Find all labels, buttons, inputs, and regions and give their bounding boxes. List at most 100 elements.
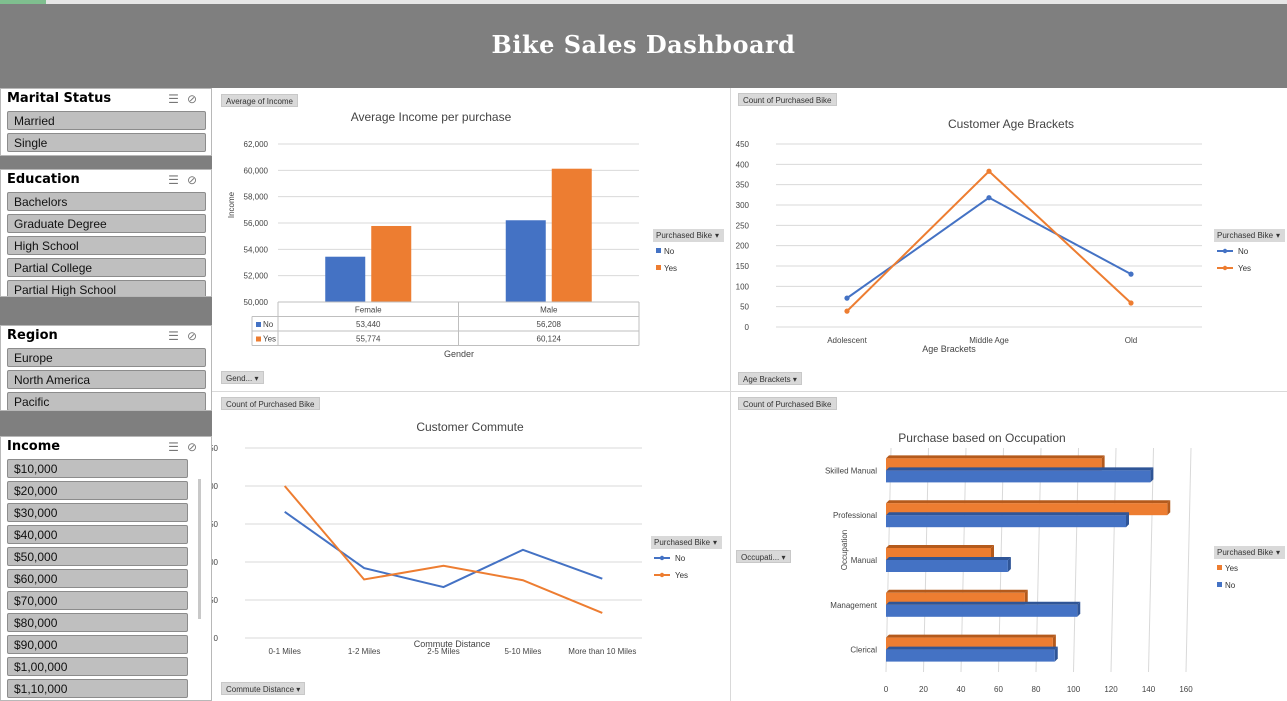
income-axis-field-button[interactable]: Gend... ▾ bbox=[221, 371, 264, 384]
bar-no bbox=[505, 220, 546, 302]
slicer-item[interactable]: Europe bbox=[7, 348, 206, 367]
chevron-down-icon: ▾ bbox=[781, 553, 786, 562]
slicer-item[interactable]: Partial High School bbox=[7, 280, 206, 296]
legend-point-marker bbox=[1222, 265, 1228, 271]
dashboard-title: Bike Sales Dashboard bbox=[491, 30, 796, 59]
y-tick-label: 60,000 bbox=[244, 166, 269, 175]
age-axis-field-button[interactable]: Age Brackets ▾ bbox=[738, 372, 802, 385]
y-tick-label: 56,000 bbox=[244, 219, 269, 228]
y-tick-label: 150 bbox=[212, 520, 219, 529]
multi-select-icon[interactable]: ☰ bbox=[168, 92, 187, 106]
legend-swatch bbox=[656, 265, 661, 270]
legend-entry-label: No bbox=[675, 554, 686, 563]
chart-title: Average Income per purchase bbox=[351, 110, 512, 124]
slicer-item[interactable]: $20,000 bbox=[7, 481, 188, 500]
data-point-yes bbox=[844, 308, 850, 314]
x-tick-label: Old bbox=[1125, 336, 1137, 345]
y-tick-label: Manual bbox=[851, 556, 877, 565]
clear-filter-icon[interactable]: ⊘ bbox=[187, 440, 205, 454]
chart-title: Customer Commute bbox=[416, 420, 524, 434]
y-tick-label: 250 bbox=[212, 444, 219, 453]
bar-3d-top-yes bbox=[886, 500, 1171, 504]
clear-filter-icon[interactable]: ⊘ bbox=[187, 92, 205, 106]
slicer-item[interactable]: $50,000 bbox=[7, 547, 188, 566]
slicer-item[interactable]: $1,00,000 bbox=[7, 657, 188, 676]
bar-no bbox=[886, 649, 1055, 662]
legend-field-label: Purchased Bike bbox=[656, 231, 713, 240]
x-axis-label: Age Brackets bbox=[922, 344, 976, 354]
x-tick-label: 0 bbox=[884, 685, 889, 694]
slicer-scrollbar[interactable] bbox=[198, 479, 201, 619]
chevron-down-icon: ▾ bbox=[792, 375, 797, 384]
y-tick-label: 200 bbox=[736, 242, 750, 251]
data-point-no bbox=[986, 195, 992, 201]
series-line-yes bbox=[846, 169, 1132, 312]
x-tick-label: More than 10 Miles bbox=[568, 647, 636, 656]
y-tick-label: 50 bbox=[212, 596, 219, 605]
x-tick-label: 120 bbox=[1104, 685, 1118, 694]
slicer-item[interactable]: Married bbox=[7, 111, 206, 130]
slicer-item[interactable]: Single bbox=[7, 133, 206, 152]
y-tick-label: 450 bbox=[736, 140, 750, 149]
legend-field-label: Purchased Bike bbox=[1217, 548, 1274, 557]
chart-title: Customer Age Brackets bbox=[948, 117, 1074, 131]
multi-select-icon[interactable]: ☰ bbox=[168, 329, 187, 343]
slicer-item[interactable]: Pacific bbox=[7, 392, 206, 410]
series-line-no bbox=[846, 196, 1132, 299]
x-tick-label: 100 bbox=[1067, 685, 1081, 694]
chart-title: Purchase based on Occupation bbox=[898, 431, 1065, 445]
data-point-yes bbox=[1128, 300, 1134, 306]
slicer-item[interactable]: $80,000 bbox=[7, 613, 188, 632]
clear-filter-icon[interactable]: ⊘ bbox=[187, 329, 205, 343]
clear-filter-icon[interactable]: ⊘ bbox=[187, 173, 205, 187]
bar-no bbox=[886, 515, 1126, 528]
bar-3d-top-no bbox=[886, 601, 1081, 605]
x-tick-label: 0-1 Miles bbox=[268, 647, 300, 656]
legend-point-marker bbox=[1222, 248, 1228, 254]
occupation-axis-field-button[interactable]: Occupati... ▾ bbox=[736, 550, 791, 563]
chevron-down-icon: ▾ bbox=[715, 231, 719, 240]
slicer-title: Region bbox=[7, 328, 58, 343]
y-tick-label: 58,000 bbox=[244, 193, 269, 202]
age-chart: Customer Age Brackets 0 50 100 150 200 250 300 3… bbox=[736, 117, 1285, 354]
slicer-item[interactable]: $70,000 bbox=[7, 591, 188, 610]
commute-axis-field-button[interactable]: Commute Distance ▾ bbox=[221, 682, 306, 695]
slicer-item[interactable]: North America bbox=[7, 370, 206, 389]
series-line-no bbox=[284, 511, 603, 589]
multi-select-icon[interactable]: ☰ bbox=[168, 440, 187, 454]
slicer-item[interactable]: $90,000 bbox=[7, 635, 188, 654]
chevron-down-icon: ▾ bbox=[1276, 548, 1280, 557]
y-tick-label: Management bbox=[830, 601, 877, 610]
data-table-value: 60,124 bbox=[537, 335, 562, 344]
slicer-item[interactable]: $10,000 bbox=[7, 459, 188, 478]
x-axis-label: Commute Distance bbox=[414, 639, 491, 649]
slicer-item[interactable]: High School bbox=[7, 236, 206, 255]
slicer-item[interactable]: $40,000 bbox=[7, 525, 188, 544]
y-tick-label: 50 bbox=[740, 303, 749, 312]
x-tick-label: Female bbox=[355, 306, 382, 315]
income-chart: Average Income per purchase 50,000 52,000 5… bbox=[227, 110, 724, 359]
y-tick-label: Skilled Manual bbox=[825, 466, 877, 475]
bar-3d-top-no bbox=[886, 512, 1129, 516]
legend-entry-label: No bbox=[664, 247, 675, 256]
slicer-item[interactable]: Partial College bbox=[7, 258, 206, 277]
slicer-title: Income bbox=[7, 439, 61, 454]
slicer-item[interactable]: $30,000 bbox=[7, 503, 188, 522]
slicer-item[interactable]: $1,10,000 bbox=[7, 679, 188, 698]
y-tick-label: 200 bbox=[212, 482, 219, 491]
y-tick-label: Clerical bbox=[850, 646, 877, 655]
legend-field-label: Purchased Bike bbox=[1217, 231, 1274, 240]
slicer-item[interactable]: Bachelors bbox=[7, 192, 206, 211]
slicer-item[interactable]: Graduate Degree bbox=[7, 214, 206, 233]
bar-yes bbox=[371, 225, 412, 302]
bar-3d-top-no bbox=[886, 646, 1058, 650]
x-axis-label: Gender bbox=[444, 349, 474, 359]
bar-3d-top-yes bbox=[886, 589, 1028, 593]
y-tick-label: 0 bbox=[214, 634, 219, 643]
multi-select-icon[interactable]: ☰ bbox=[168, 173, 187, 187]
x-tick-label: 1-2 Miles bbox=[348, 647, 380, 656]
legend-swatch bbox=[1217, 582, 1222, 587]
slicer-item[interactable]: $60,000 bbox=[7, 569, 188, 588]
x-tick-label: 80 bbox=[1032, 685, 1041, 694]
chevron-down-icon: ▾ bbox=[1276, 231, 1280, 240]
